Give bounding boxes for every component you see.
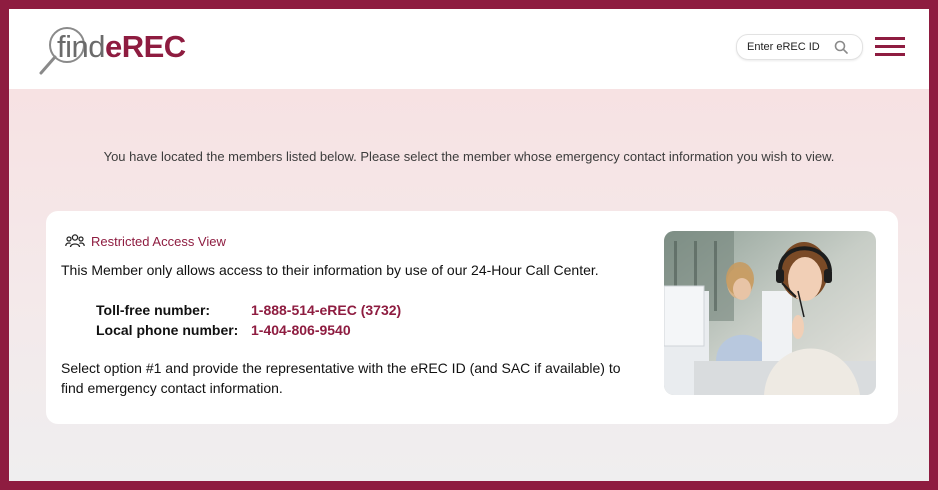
restricted-access-card: Restricted Access View This Member only … bbox=[46, 211, 898, 424]
phone-list: Toll-free number: 1-888-514-eREC (3732) … bbox=[96, 300, 401, 340]
access-description: This Member only allows access to their … bbox=[61, 262, 599, 278]
local-label: Local phone number: bbox=[96, 322, 239, 338]
logo-find-text: find bbox=[57, 29, 105, 64]
local-number[interactable]: 1-404-806-9540 bbox=[251, 322, 351, 338]
hamburger-menu-icon[interactable] bbox=[875, 37, 905, 57]
users-icon bbox=[65, 234, 85, 248]
tollfree-number[interactable]: 1-888-514-eREC (3732) bbox=[251, 302, 401, 318]
page-frame: findeREC You have located the members li… bbox=[0, 0, 938, 490]
call-center-photo bbox=[664, 231, 876, 395]
logo-erec-text: eREC bbox=[104, 29, 186, 64]
phone-row-local: Local phone number: 1-404-806-9540 bbox=[96, 320, 401, 340]
card-title: Restricted Access View bbox=[91, 233, 226, 249]
search-input[interactable] bbox=[747, 38, 827, 56]
intro-text: You have located the members listed belo… bbox=[103, 149, 835, 164]
phone-row-tollfree: Toll-free number: 1-888-514-eREC (3732) bbox=[96, 300, 401, 320]
logo[interactable]: findeREC bbox=[37, 23, 187, 81]
header: findeREC bbox=[9, 9, 929, 89]
logo-wordmark: findeREC bbox=[57, 27, 186, 67]
card-header: Restricted Access View bbox=[65, 233, 226, 249]
tollfree-label: Toll-free number: bbox=[96, 302, 211, 318]
search-icon[interactable] bbox=[834, 40, 848, 54]
search-box[interactable] bbox=[736, 34, 863, 60]
instructions-text: Select option #1 and provide the represe… bbox=[61, 360, 621, 396]
